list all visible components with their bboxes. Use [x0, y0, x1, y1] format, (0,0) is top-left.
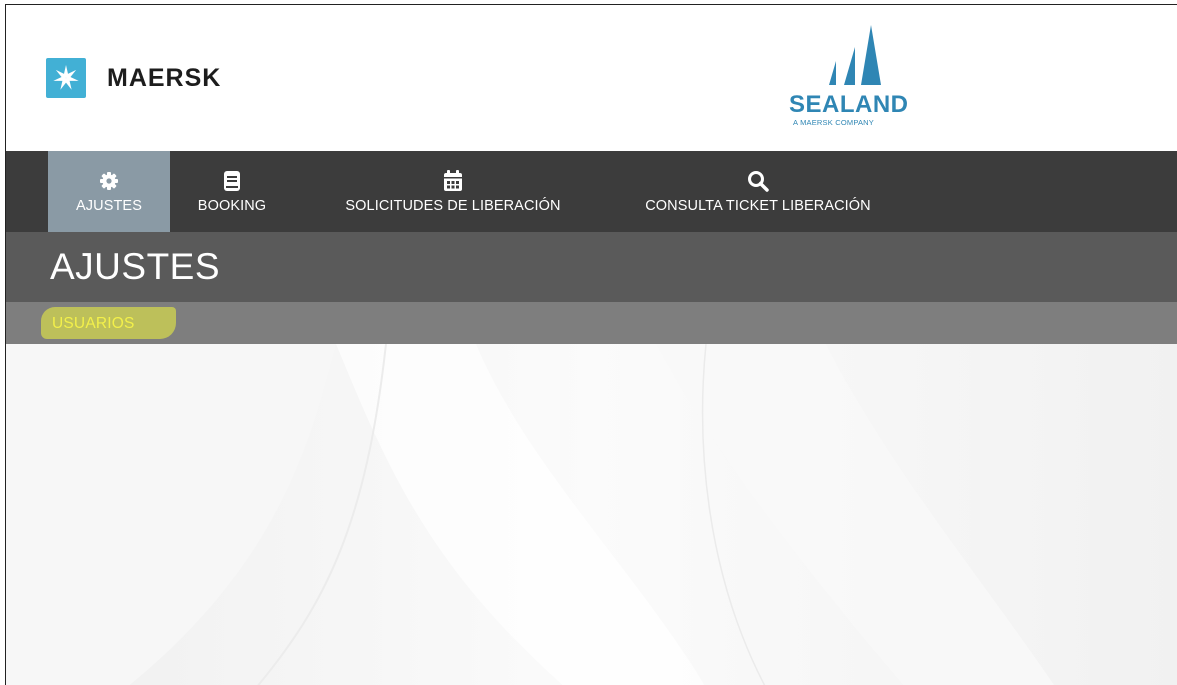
nav-item-label: BOOKING [197, 198, 267, 214]
calendar-icon [443, 169, 463, 193]
maersk-star-icon [46, 58, 86, 98]
sealand-wordmark: SEALAND [789, 91, 909, 118]
sealand-logo[interactable]: SEALAND A MAERSK COMPANY [789, 25, 929, 135]
sealand-tagline: A MAERSK COMPANY [793, 118, 874, 127]
search-icon [747, 169, 769, 193]
content-area [6, 344, 1177, 685]
subnav-item-usuarios[interactable]: USUARIOS [52, 315, 135, 333]
nav-item-consulta-ticket[interactable]: CONSULTA TICKET LIBERACIÓN [618, 151, 898, 232]
gear-icon [99, 169, 119, 193]
sealand-sails-icon [829, 25, 881, 85]
book-icon [223, 169, 241, 193]
maersk-wordmark: MAERSK [107, 63, 222, 92]
header: MAERSK SEALAND A MAERSK COMPANY [6, 5, 1177, 151]
app-window: MAERSK SEALAND A MAERSK COMPANY AJUSTES … [5, 4, 1177, 685]
nav-item-label: AJUSTES [76, 198, 142, 214]
page-title-bar: AJUSTES [6, 232, 1177, 302]
main-nav: AJUSTES BOOKING SOLICITUDES DE LIBERACIÓ… [6, 151, 1177, 232]
nav-item-label: CONSULTA TICKET LIBERACIÓN [645, 198, 871, 214]
background-pattern [6, 344, 1177, 685]
sub-nav: USUARIOS [6, 302, 1177, 344]
nav-item-solicitudes[interactable]: SOLICITUDES DE LIBERACIÓN [308, 151, 598, 232]
page-title: AJUSTES [50, 246, 221, 287]
nav-item-ajustes[interactable]: AJUSTES [48, 151, 170, 232]
maersk-logo[interactable]: MAERSK [46, 58, 221, 98]
nav-item-booking[interactable]: BOOKING [182, 151, 282, 232]
nav-item-label: SOLICITUDES DE LIBERACIÓN [345, 198, 561, 214]
